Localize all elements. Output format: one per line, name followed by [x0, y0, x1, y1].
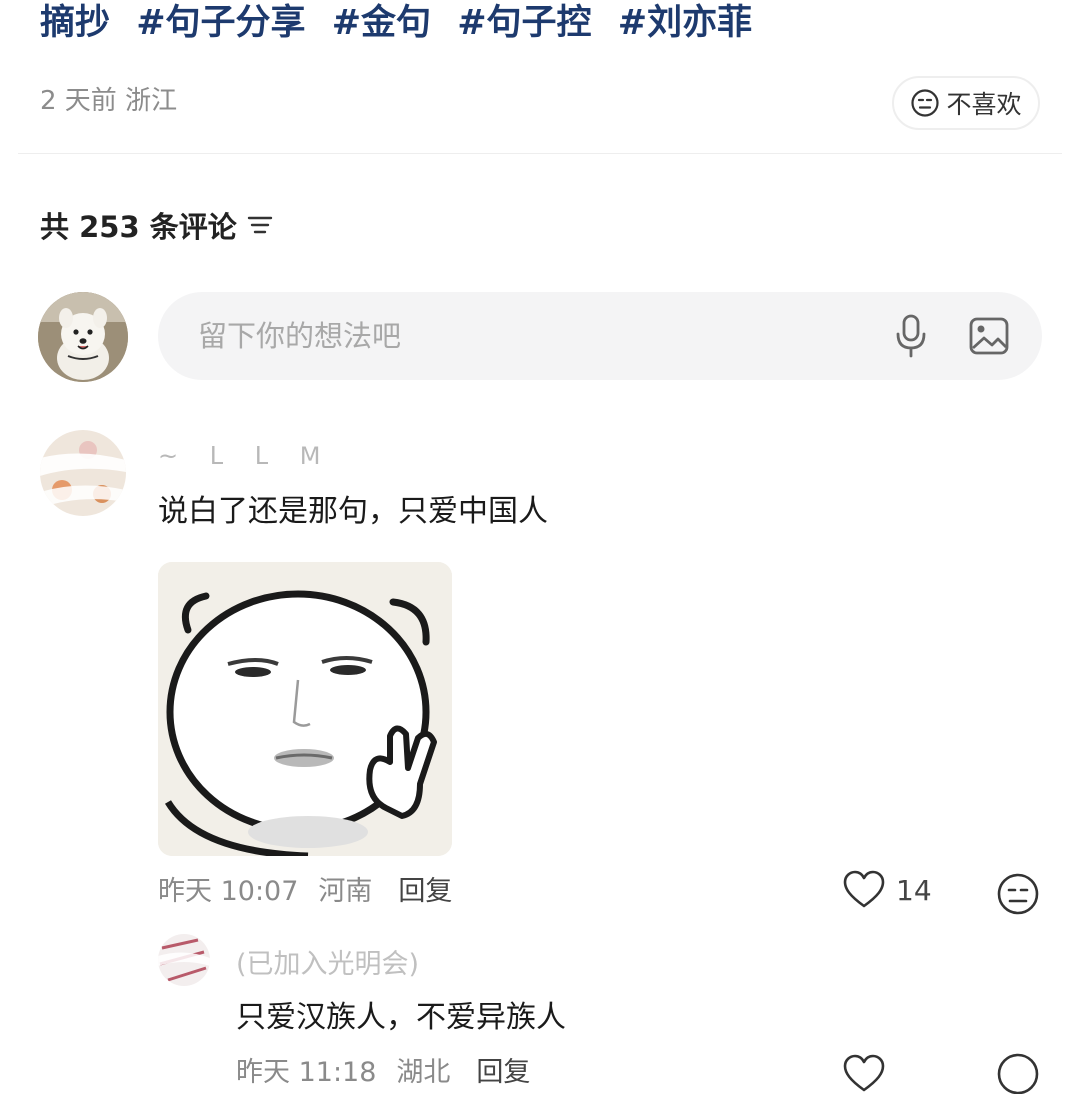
comment-input[interactable] [198, 319, 838, 353]
commenter-avatar[interactable] [40, 430, 126, 516]
post-tags: 摘抄 #句子分享 #金句 #句子控 #刘亦菲 [40, 0, 766, 46]
comment-time: 昨天 10:07 [158, 876, 299, 907]
divider [18, 153, 1062, 154]
tag-golden-quote[interactable]: #金句 [332, 3, 431, 43]
tag-excerpt[interactable]: 摘抄 [40, 3, 110, 43]
heart-icon[interactable] [842, 1050, 886, 1094]
dislike-button[interactable]: 不喜欢 [892, 76, 1040, 130]
comment-image[interactable] [158, 562, 452, 856]
reply-username[interactable]: (已加入光明会) [236, 942, 419, 981]
comment-location: 河南 [318, 876, 373, 907]
reply-avatar[interactable] [158, 934, 210, 986]
post-time: 2 天前 [40, 86, 117, 116]
dislike-icon[interactable] [996, 1050, 1040, 1094]
reply-meta: 昨天 11:18 湖北 回复 [236, 1053, 530, 1093]
reply-reply-button[interactable]: 回复 [476, 1053, 530, 1093]
image-icon[interactable] [968, 316, 1010, 356]
like-button[interactable]: 14 [842, 870, 932, 910]
post-meta: 2 天前 浙江 [40, 82, 177, 120]
reply-text: 只爱汉族人，不爱异族人 [236, 1000, 566, 1035]
reply-button[interactable]: 回复 [398, 872, 452, 912]
comment-text: 说白了还是那句，只爱中国人 [158, 494, 548, 529]
my-avatar[interactable] [38, 292, 128, 382]
microphone-icon[interactable] [892, 314, 930, 358]
tag-sentence-share[interactable]: #句子分享 [136, 3, 305, 43]
comment-count: 共 253 条评论 [40, 210, 237, 244]
commenter-name[interactable]: ~ ᒪ ᒪ M [158, 442, 332, 470]
meh-face-icon [911, 89, 940, 117]
comment-meta: 昨天 10:07 河南 回复 [158, 872, 452, 912]
reply-location: 湖北 [396, 1057, 451, 1088]
post-location: 浙江 [125, 86, 178, 116]
like-count: 14 [896, 873, 932, 907]
tag-sentence-fan[interactable]: #句子控 [457, 3, 591, 43]
sort-icon[interactable] [247, 214, 273, 236]
dislike-label: 不喜欢 [946, 90, 1022, 119]
comments-header[interactable]: 共 253 条评论 [40, 204, 273, 246]
tag-liu-yifei[interactable]: #刘亦菲 [618, 3, 752, 43]
reply-time: 昨天 11:18 [236, 1057, 377, 1088]
heart-icon [843, 870, 885, 908]
dislike-icon[interactable] [996, 872, 1040, 916]
